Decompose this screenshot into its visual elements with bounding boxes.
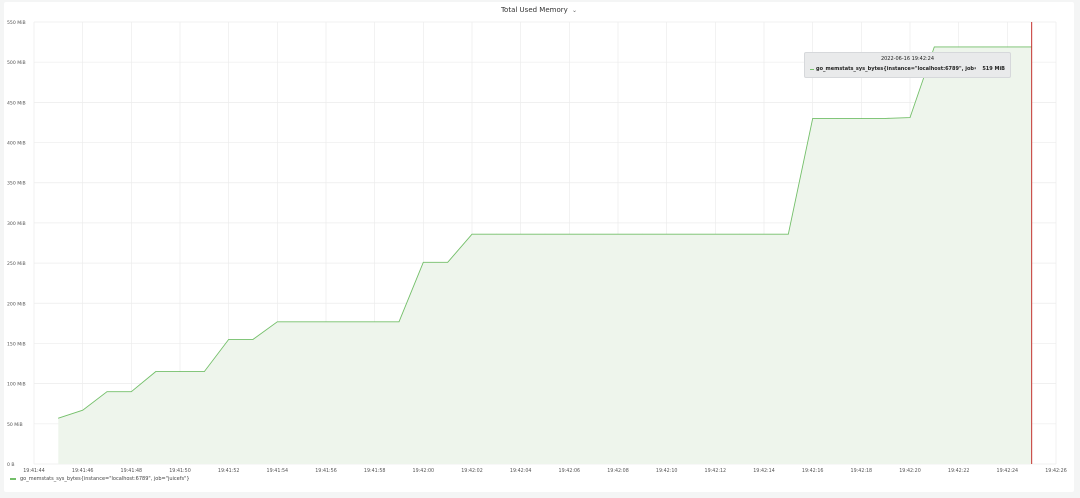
legend-label[interactable]: go_memstats_sys_bytes{instance="localhos… bbox=[20, 476, 190, 482]
data-point bbox=[544, 233, 546, 235]
series-layer bbox=[58, 46, 1032, 465]
data-point bbox=[423, 261, 424, 263]
tooltip-row: go_memstats_sys_bytes{instance="localhos… bbox=[810, 66, 1005, 72]
data-point bbox=[909, 117, 911, 118]
y-tick-label: 200 MiB bbox=[7, 301, 26, 307]
x-tick-label: 19:41:50 bbox=[169, 468, 191, 474]
data-point bbox=[204, 371, 205, 372]
y-tick-label: 400 MiB bbox=[7, 141, 26, 147]
data-point bbox=[106, 391, 108, 392]
x-tick-label: 19:42:02 bbox=[461, 468, 483, 474]
data-point bbox=[836, 118, 838, 119]
data-point bbox=[447, 261, 448, 263]
x-tick-label: 19:41:44 bbox=[23, 468, 45, 474]
tooltip-series-name: go_memstats_sys_bytes{instance="localhos… bbox=[816, 66, 977, 72]
x-tick-label: 19:41:48 bbox=[121, 468, 143, 474]
data-point bbox=[763, 233, 765, 235]
x-tick-label: 19:41:46 bbox=[72, 468, 94, 474]
data-point bbox=[350, 321, 351, 323]
data-point bbox=[228, 339, 229, 340]
chart-panel: Total Used Memory ⌄ 0 B 50 MiB 100 MiB 150 … bbox=[4, 2, 1074, 492]
x-tick-label: 19:42:10 bbox=[656, 468, 678, 474]
x-tick-label: 19:42:00 bbox=[413, 468, 435, 474]
x-tick-label: 19:42:16 bbox=[802, 468, 824, 474]
tooltip-value: 519 MiB bbox=[982, 66, 1005, 72]
y-tick-label: 100 MiB bbox=[7, 382, 26, 388]
data-point bbox=[155, 371, 156, 372]
x-tick-label: 19:42:06 bbox=[559, 468, 581, 474]
data-point bbox=[301, 321, 302, 323]
data-point bbox=[179, 371, 181, 372]
data-point bbox=[861, 118, 862, 119]
data-point bbox=[131, 391, 132, 392]
x-tick-label: 19:42:14 bbox=[753, 468, 775, 474]
y-tick-label: 500 MiB bbox=[7, 60, 26, 66]
x-tick-label: 19:42:22 bbox=[948, 468, 970, 474]
x-tick-label: 19:42:20 bbox=[899, 468, 921, 474]
data-point bbox=[715, 233, 716, 235]
data-point bbox=[934, 46, 935, 48]
tooltip-time: 2022-06-16 19:42:24 bbox=[880, 56, 935, 62]
data-point bbox=[277, 321, 278, 323]
data-point bbox=[569, 233, 570, 235]
y-tick-label: 350 MiB bbox=[7, 181, 26, 187]
y-tick-label: 150 MiB bbox=[7, 341, 26, 347]
data-point bbox=[374, 321, 375, 323]
data-point bbox=[593, 233, 594, 235]
y-tick-label: 450 MiB bbox=[7, 100, 26, 106]
x-tick-label: 19:42:24 bbox=[997, 468, 1019, 474]
y-tick-label: 250 MiB bbox=[7, 261, 26, 267]
legend-swatch bbox=[10, 478, 16, 480]
data-point bbox=[617, 233, 619, 235]
x-tick-label: 19:42:18 bbox=[851, 468, 873, 474]
x-tick-label: 19:42:04 bbox=[510, 468, 532, 474]
y-tick-label: 0 B bbox=[7, 462, 15, 468]
data-point bbox=[58, 417, 59, 419]
x-tick-label: 19:41:56 bbox=[315, 468, 337, 474]
data-point bbox=[885, 118, 886, 119]
data-point bbox=[958, 46, 959, 48]
data-point bbox=[788, 233, 789, 235]
data-point bbox=[690, 233, 692, 235]
y-tick-label: 300 MiB bbox=[7, 221, 26, 227]
y-tick-label: 550 MiB bbox=[7, 20, 26, 26]
x-tick-label: 19:42:08 bbox=[607, 468, 629, 474]
chart-legend[interactable]: go_memstats_sys_bytes{instance="localhos… bbox=[10, 476, 190, 482]
x-tick-label: 19:41:54 bbox=[267, 468, 289, 474]
data-point bbox=[520, 233, 521, 235]
hover-tooltip: 2022-06-16 19:42:24 go_memstats_sys_byte… bbox=[804, 52, 1011, 78]
data-point bbox=[82, 409, 83, 411]
data-point bbox=[812, 118, 813, 119]
x-tick-label: 19:41:52 bbox=[218, 468, 240, 474]
data-point bbox=[496, 233, 497, 235]
data-point bbox=[471, 233, 473, 235]
data-point bbox=[325, 321, 327, 323]
data-point bbox=[666, 233, 667, 235]
y-tick-label: 50 MiB bbox=[7, 422, 23, 428]
x-tick-label: 19:42:26 bbox=[1045, 468, 1067, 474]
series-color-dash bbox=[810, 68, 814, 70]
data-point bbox=[1007, 46, 1008, 48]
x-tick-label: 19:42:12 bbox=[705, 468, 727, 474]
data-point bbox=[739, 233, 740, 235]
series-area bbox=[58, 46, 1032, 465]
data-point bbox=[642, 233, 643, 235]
x-axis-ticks: 19:41:44 19:41:46 19:41:48 19:41:50 19:41:52… bbox=[23, 468, 1067, 474]
x-tick-label: 19:41:58 bbox=[364, 468, 386, 474]
y-axis-ticks: 0 B 50 MiB 100 MiB 150 MiB 200 MiB 250 MiB 300… bbox=[7, 20, 26, 468]
data-point bbox=[252, 339, 254, 340]
data-point bbox=[982, 46, 984, 48]
data-point bbox=[398, 321, 400, 323]
